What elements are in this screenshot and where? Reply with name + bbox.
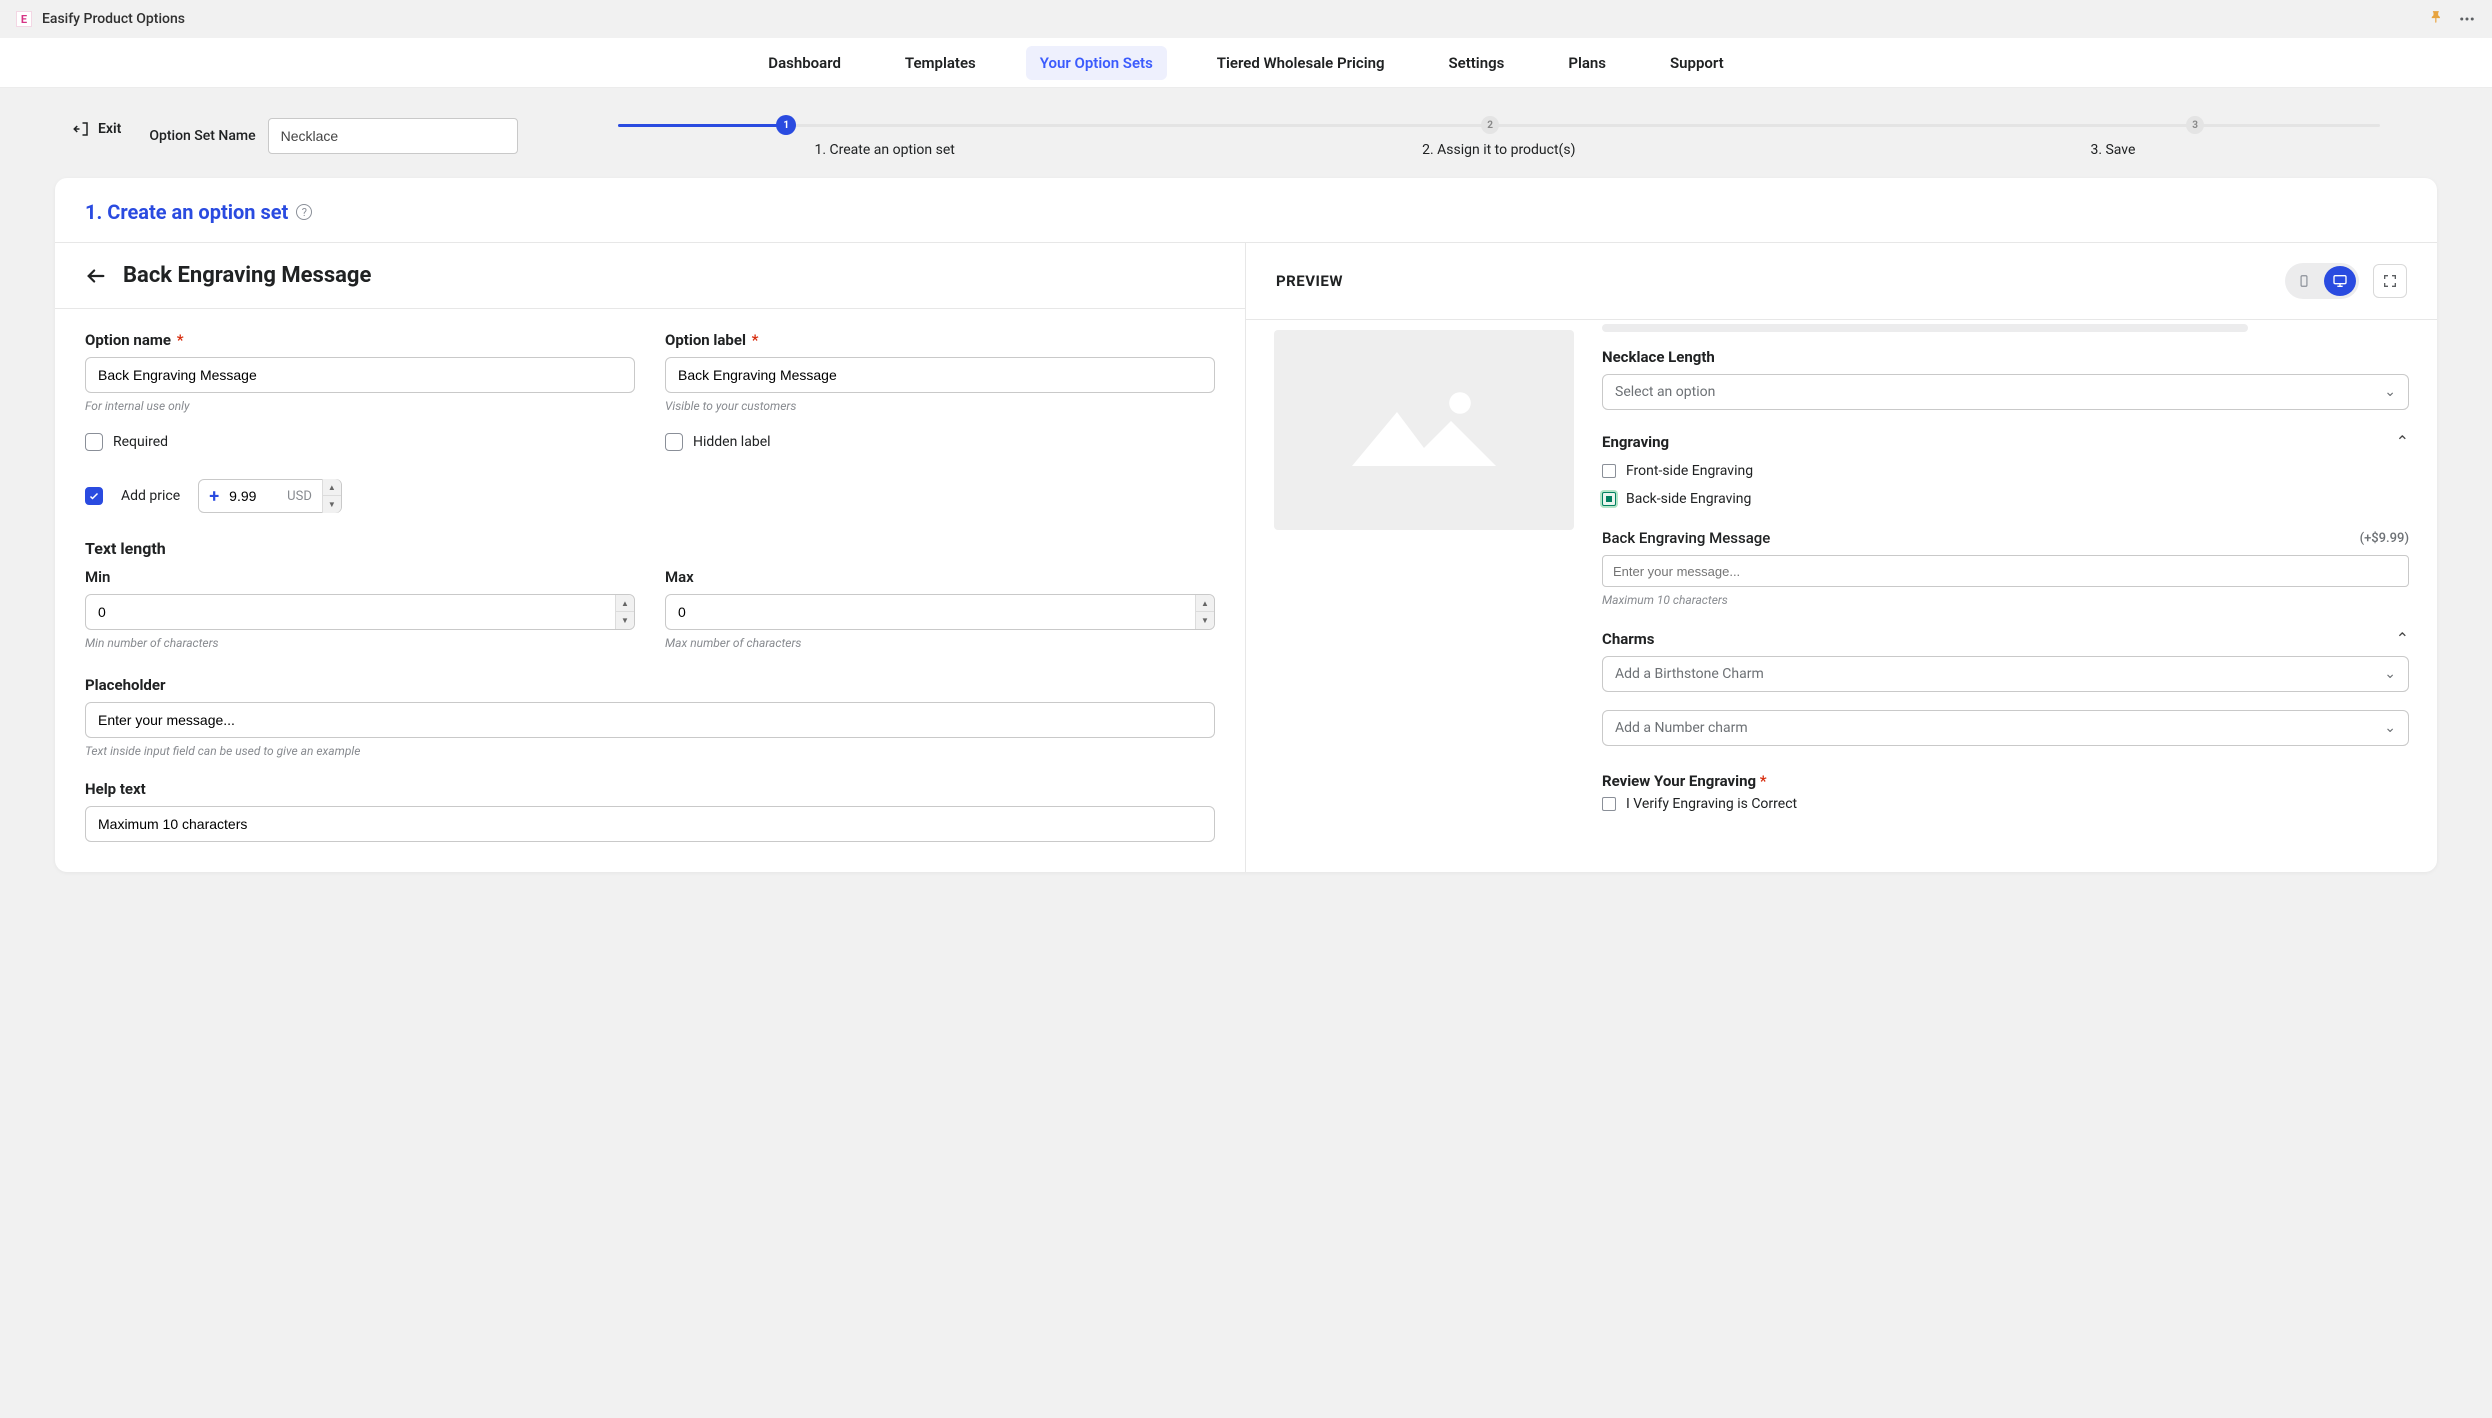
back-msg-hint: Maximum 10 characters — [1602, 593, 2409, 607]
help-icon[interactable]: ? — [296, 204, 312, 220]
placeholder-heading: Placeholder — [85, 676, 1215, 694]
panel-title: 1. Create an option set — [85, 200, 288, 224]
plus-icon: + — [199, 486, 229, 507]
option-set-name-label: Option Set Name — [149, 128, 255, 144]
price-input[interactable] — [229, 488, 277, 504]
charms-label: Charms — [1602, 630, 1654, 648]
help-text-input[interactable] — [85, 806, 1215, 842]
price-input-group: + USD ▲ ▼ — [198, 479, 342, 513]
front-engraving-label: Front-side Engraving — [1626, 463, 1753, 479]
chevron-down-icon: ⌄ — [2384, 720, 2396, 736]
engraving-label: Engraving — [1602, 433, 1669, 451]
nav-settings[interactable]: Settings — [1435, 46, 1519, 80]
main-panel: 1. Create an option set ? Back Engraving… — [55, 178, 2437, 872]
max-hint: Max number of characters — [665, 636, 1215, 650]
hidden-label-label: Hidden label — [693, 434, 771, 450]
required-checkbox[interactable] — [85, 433, 103, 451]
option-label-hint: Visible to your customers — [665, 399, 1215, 413]
option-name-input[interactable] — [85, 357, 635, 393]
necklace-length-select[interactable]: Select an option ⌄ — [1602, 374, 2409, 410]
necklace-length-label: Necklace Length — [1602, 348, 2409, 366]
nav-dashboard[interactable]: Dashboard — [754, 46, 855, 80]
nav-plans[interactable]: Plans — [1554, 46, 1620, 80]
option-label-label: Option label * — [665, 331, 1215, 349]
help-text-heading: Help text — [85, 780, 1215, 798]
product-image-placeholder — [1274, 330, 1574, 530]
app-logo: E — [16, 11, 32, 27]
back-arrow-icon[interactable] — [85, 265, 107, 287]
min-input[interactable] — [85, 594, 635, 630]
nav-tiered[interactable]: Tiered Wholesale Pricing — [1203, 46, 1399, 80]
max-label: Max — [665, 568, 1215, 586]
add-price-label: Add price — [121, 488, 180, 504]
nav-your-option-sets[interactable]: Your Option Sets — [1026, 46, 1167, 80]
exit-button[interactable]: Exit — [72, 120, 121, 138]
stepper-zone: Exit Option Set Name 1 2 3 1. Create an … — [0, 88, 2492, 178]
expand-button[interactable] — [2373, 264, 2407, 298]
price-step-down[interactable]: ▼ — [323, 496, 341, 513]
step-2-node[interactable]: 2 — [1481, 116, 1499, 134]
chevron-up-icon[interactable]: ⌃ — [2396, 432, 2409, 451]
verify-checkbox[interactable] — [1602, 797, 1616, 811]
skeleton-line — [1602, 324, 2248, 332]
option-title: Back Engraving Message — [123, 263, 371, 288]
max-input[interactable] — [665, 594, 1215, 630]
app-title: Easify Product Options — [42, 11, 185, 27]
back-engraving-label: Back-side Engraving — [1626, 491, 1751, 507]
add-price-checkbox[interactable] — [85, 487, 103, 505]
exit-icon — [72, 120, 90, 138]
birthstone-charm-select[interactable]: Add a Birthstone Charm ⌄ — [1602, 656, 2409, 692]
chevron-up-icon[interactable]: ⌃ — [2396, 629, 2409, 648]
front-engraving-checkbox[interactable] — [1602, 464, 1616, 478]
min-hint: Min number of characters — [85, 636, 635, 650]
option-set-name-input[interactable] — [268, 118, 518, 154]
min-step-up[interactable]: ▲ — [616, 595, 634, 612]
back-msg-label: Back Engraving Message — [1602, 529, 1770, 547]
verify-label: I Verify Engraving is Correct — [1626, 796, 1797, 812]
price-step-up[interactable]: ▲ — [323, 479, 341, 496]
placeholder-hint: Text inside input field can be used to g… — [85, 744, 1215, 758]
step-1-node[interactable]: 1 — [776, 115, 796, 135]
top-bar: E Easify Product Options — [0, 0, 2492, 38]
back-msg-input[interactable] — [1602, 555, 2409, 587]
option-label-input[interactable] — [665, 357, 1215, 393]
step-1-label: 1. Create an option set — [578, 142, 1192, 158]
chevron-down-icon: ⌄ — [2384, 666, 2396, 682]
back-engraving-checkbox[interactable] — [1602, 492, 1616, 506]
preview-title: PREVIEW — [1276, 272, 1343, 290]
number-charm-select[interactable]: Add a Number charm ⌄ — [1602, 710, 2409, 746]
chevron-down-icon: ⌄ — [2384, 384, 2396, 400]
price-currency: USD — [277, 489, 322, 504]
step-3-label: 3. Save — [1806, 142, 2420, 158]
pin-icon[interactable] — [2430, 10, 2444, 28]
min-label: Min — [85, 568, 635, 586]
nav-templates[interactable]: Templates — [891, 46, 990, 80]
max-step-down[interactable]: ▼ — [1196, 612, 1214, 629]
review-label: Review Your Engraving * — [1602, 772, 2409, 790]
required-label: Required — [113, 434, 168, 450]
placeholder-input[interactable] — [85, 702, 1215, 738]
hidden-label-checkbox[interactable] — [665, 433, 683, 451]
back-msg-price: (+$9.99) — [2360, 531, 2409, 546]
desktop-view-button[interactable] — [2324, 266, 2356, 296]
min-step-down[interactable]: ▼ — [616, 612, 634, 629]
progress-stepper: 1 2 3 1. Create an option set 2. Assign … — [578, 118, 2420, 158]
step-2-label: 2. Assign it to product(s) — [1192, 142, 1806, 158]
text-length-heading: Text length — [85, 539, 1215, 558]
editor-pane: Back Engraving Message Option name * For… — [55, 243, 1246, 872]
nav-support[interactable]: Support — [1656, 46, 1738, 80]
preview-pane: PREVIEW — [1246, 243, 2437, 872]
device-toggle — [2285, 263, 2359, 299]
more-icon[interactable] — [2458, 10, 2476, 28]
option-name-label: Option name * — [85, 331, 635, 349]
nav-bar: Dashboard Templates Your Option Sets Tie… — [0, 38, 2492, 88]
step-3-node[interactable]: 3 — [2186, 116, 2204, 134]
option-name-hint: For internal use only — [85, 399, 635, 413]
mobile-view-button[interactable] — [2288, 266, 2320, 296]
max-step-up[interactable]: ▲ — [1196, 595, 1214, 612]
exit-label: Exit — [98, 121, 121, 137]
